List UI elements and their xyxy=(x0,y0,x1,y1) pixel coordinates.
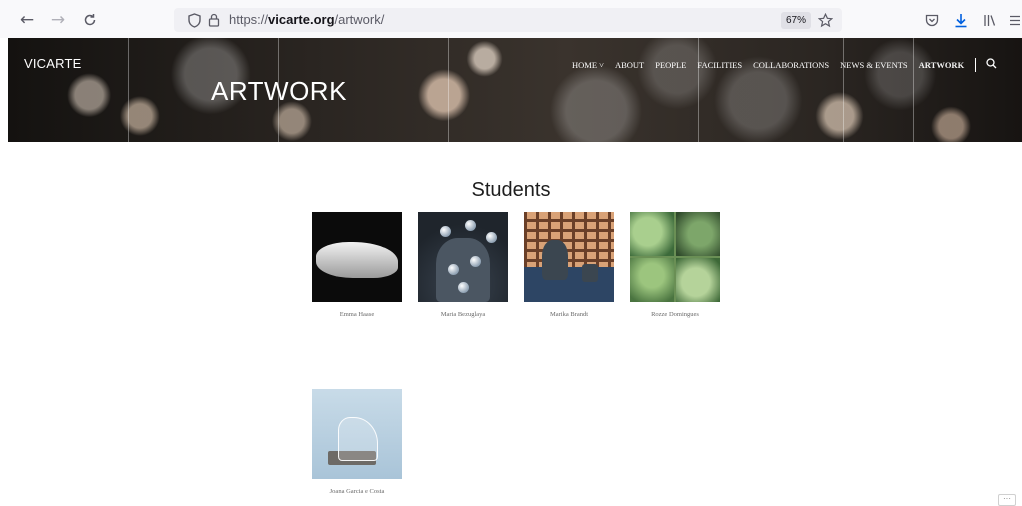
pocket-icon[interactable] xyxy=(924,9,940,31)
hamburger-menu-icon[interactable] xyxy=(1008,9,1022,31)
hanging-string xyxy=(913,38,914,142)
main-navigation: HOME ˅ ABOUT PEOPLE FACILITIES COLLABORA… xyxy=(572,58,997,72)
student-name[interactable]: Rozze Domingues xyxy=(630,311,720,318)
nav-item-home[interactable]: HOME ˅ xyxy=(572,60,604,70)
student-name[interactable]: Emma Haase xyxy=(312,311,402,318)
student-name[interactable]: Maria Bezuglaya xyxy=(418,311,508,318)
nav-divider xyxy=(975,58,977,72)
reload-icon[interactable] xyxy=(80,9,100,31)
artwork-thumbnail[interactable] xyxy=(312,389,402,479)
student-card[interactable]: Joana Garcia e Costa xyxy=(312,389,402,495)
hanging-string xyxy=(128,38,129,142)
hanging-string xyxy=(843,38,844,142)
nav-item-news-events[interactable]: NEWS & EVENTS xyxy=(840,60,908,70)
section-title: Students xyxy=(471,179,551,201)
nav-item-about[interactable]: ABOUT xyxy=(615,60,644,70)
url-path: /artwork/ xyxy=(334,12,385,27)
artwork-thumbnail[interactable] xyxy=(312,212,402,302)
url-domain: vicarte.org xyxy=(268,12,335,27)
student-card[interactable]: Rozze Domingues xyxy=(630,212,720,318)
artwork-thumbnail[interactable] xyxy=(524,212,614,302)
forward-arrow-icon[interactable]: → xyxy=(48,9,68,31)
hanging-string xyxy=(698,38,699,142)
lock-icon[interactable] xyxy=(207,9,221,31)
page-title: ARTWORK xyxy=(211,76,347,106)
bookmark-star-icon[interactable] xyxy=(816,9,834,31)
more-options-button[interactable]: ··· xyxy=(998,494,1016,506)
url-prefix: https:// xyxy=(229,12,269,27)
artwork-thumbnail[interactable] xyxy=(630,212,720,302)
hero-banner xyxy=(8,38,1022,142)
back-arrow-icon[interactable]: ← xyxy=(17,9,37,31)
student-card[interactable]: Marika Brandt xyxy=(524,212,614,318)
artwork-thumbnail[interactable] xyxy=(418,212,508,302)
url-text[interactable]: https://vicarte.org/artwork/ xyxy=(229,12,384,27)
tracking-shield-icon[interactable] xyxy=(186,9,202,31)
student-card[interactable]: Maria Bezuglaya xyxy=(418,212,508,318)
nav-item-people[interactable]: PEOPLE xyxy=(655,60,686,70)
nav-item-facilities[interactable]: FACILITIES xyxy=(697,60,742,70)
student-name[interactable]: Joana Garcia e Costa xyxy=(312,488,402,495)
library-icon[interactable] xyxy=(982,9,998,31)
site-logo[interactable]: VICARTE xyxy=(24,56,82,71)
download-icon[interactable] xyxy=(953,9,969,31)
student-name[interactable]: Marika Brandt xyxy=(524,311,614,318)
zoom-level-badge[interactable]: 67% xyxy=(781,12,811,29)
hanging-string xyxy=(448,38,449,142)
nav-item-collaborations[interactable]: COLLABORATIONS xyxy=(753,60,829,70)
search-icon[interactable] xyxy=(986,58,997,72)
nav-item-artwork[interactable]: ARTWORK xyxy=(919,60,965,70)
browser-toolbar: ← → https://vicarte.org/artwork/ 67% xyxy=(0,0,1022,38)
student-card[interactable]: Emma Haase xyxy=(312,212,402,318)
